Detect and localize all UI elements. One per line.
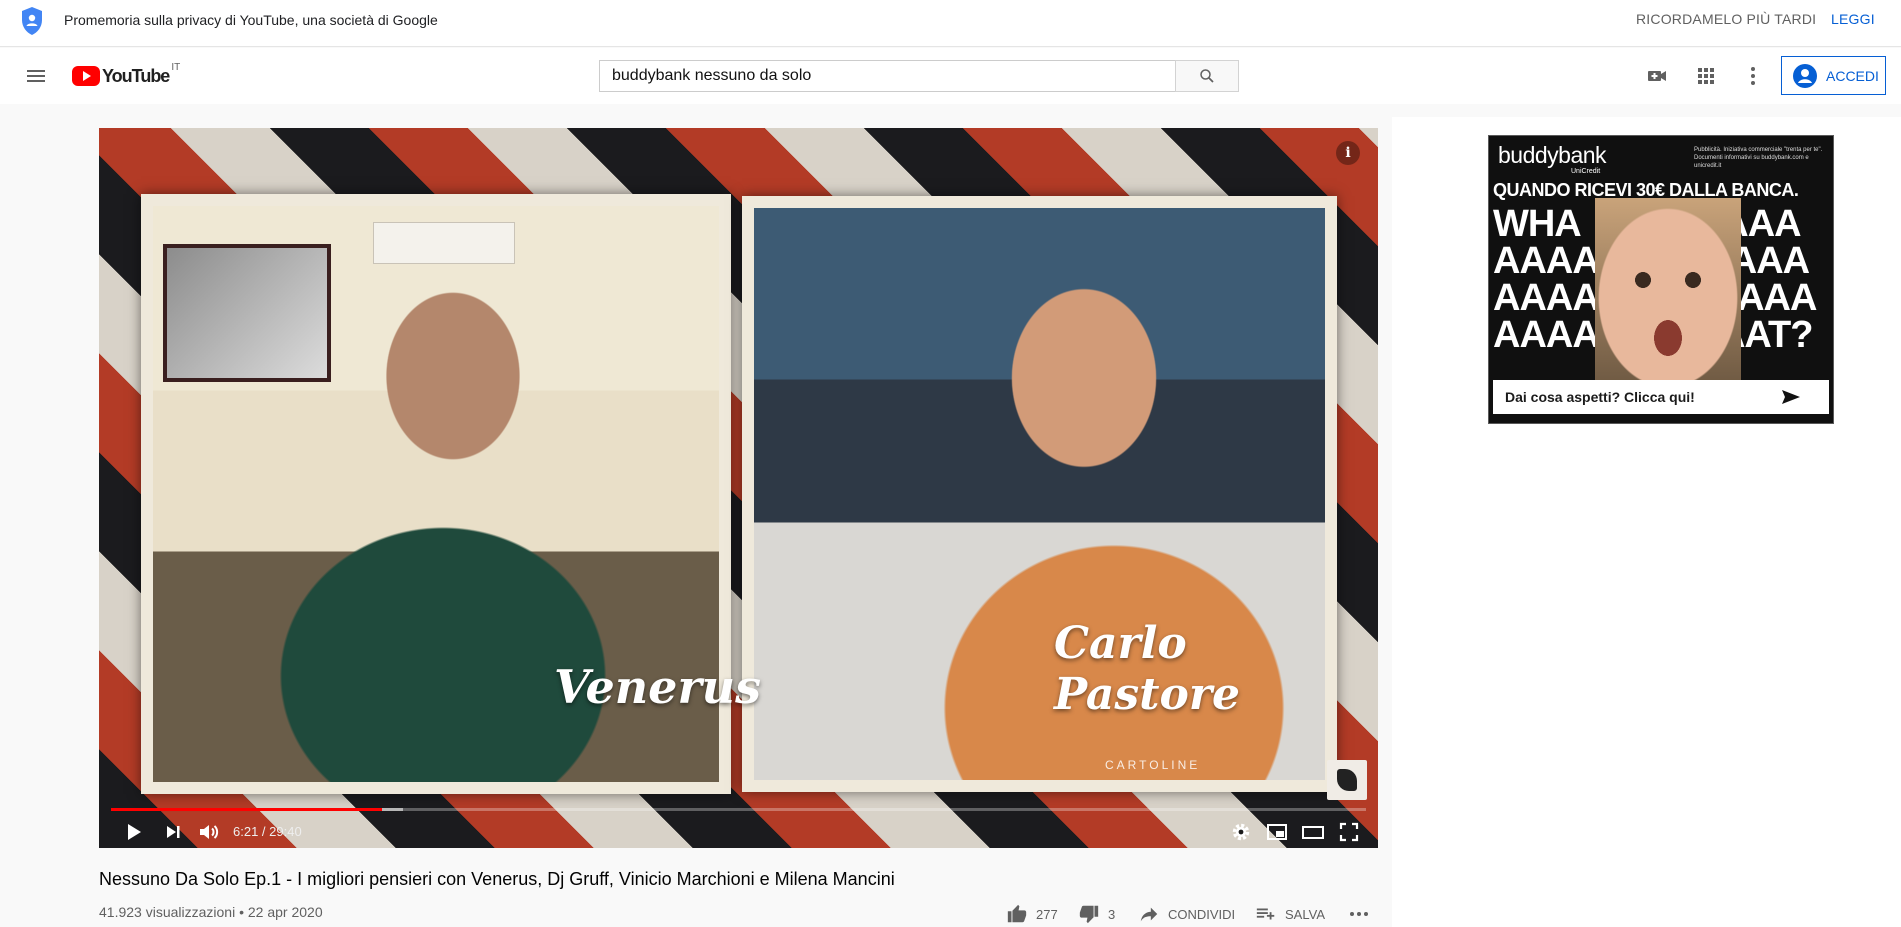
account-icon xyxy=(1793,63,1817,88)
views-and-date: 41.923 visualizzazioni • 22 apr 2020 xyxy=(99,904,323,920)
time-display: 6:21 / 29:40 xyxy=(233,824,302,839)
ad-disclaimer: Pubblicità. Iniziativa commerciale "tren… xyxy=(1694,147,1823,169)
signin-label: ACCEDI xyxy=(1826,67,1879,84)
logo-text: YouTube xyxy=(102,65,170,86)
arrow-right-icon xyxy=(1782,390,1800,404)
apps-icon[interactable] xyxy=(1694,64,1718,88)
air-conditioner xyxy=(373,222,515,264)
dislike-count: 3 xyxy=(1108,906,1116,922)
settings-icon[interactable] xyxy=(1229,820,1253,844)
share-icon xyxy=(1140,907,1158,922)
youtube-logo[interactable]: YouTube IT xyxy=(72,61,181,88)
create-video-icon[interactable] xyxy=(1645,64,1669,88)
menu-icon[interactable] xyxy=(24,64,48,88)
dislike-button[interactable]: 3 xyxy=(1078,903,1115,925)
video-title: Nessuno Da Solo Ep.1 - I migliori pensie… xyxy=(99,869,895,889)
share-button[interactable]: CONDIVIDI xyxy=(1138,903,1235,925)
channel-watermark-logo[interactable] xyxy=(1327,760,1367,800)
next-icon[interactable] xyxy=(161,820,185,844)
privacy-banner-text: Promemoria sulla privacy di YouTube, una… xyxy=(64,12,438,28)
video-player[interactable]: Venerus Carlo Pastore CARTOLINE i 6:21 /… xyxy=(99,128,1378,848)
search-button[interactable] xyxy=(1175,60,1239,92)
share-label: CONDIVIDI xyxy=(1168,906,1236,922)
ad-brand: buddybank xyxy=(1498,142,1607,168)
save-button[interactable]: SALVA xyxy=(1255,903,1325,925)
remind-later-button[interactable]: RICORDAMELO PIÙ TARDI xyxy=(1636,11,1816,27)
progress-bar[interactable] xyxy=(111,808,1366,811)
ad-brand-sub: UniCredit xyxy=(1571,168,1601,175)
name-tag-right: Carlo Pastore xyxy=(1054,618,1241,720)
ad-cta-label: Dai cosa aspetti? Clicca qui! xyxy=(1505,389,1695,405)
save-label: SALVA xyxy=(1285,906,1325,922)
save-playlist-icon xyxy=(1256,908,1275,920)
theater-icon[interactable] xyxy=(1301,820,1325,844)
fullscreen-icon[interactable] xyxy=(1337,820,1361,844)
progress-played xyxy=(111,808,383,811)
country-code: IT xyxy=(171,61,181,73)
shield-icon xyxy=(22,7,42,35)
ad-face-image xyxy=(1595,198,1741,384)
signin-button[interactable]: ACCEDI xyxy=(1781,56,1886,95)
search-input[interactable]: buddybank nessuno da solo xyxy=(599,60,1176,92)
privacy-reminder-banner: Promemoria sulla privacy di YouTube, una… xyxy=(0,0,1901,47)
dislike-icon xyxy=(1079,905,1099,924)
wall-photo xyxy=(163,244,331,382)
ad-cta-button[interactable]: Dai cosa aspetti? Clicca qui! xyxy=(1493,380,1829,414)
like-button[interactable]: 277 xyxy=(1006,903,1058,925)
more-horiz-icon[interactable] xyxy=(1347,902,1371,926)
volume-icon[interactable] xyxy=(197,820,221,844)
read-button[interactable]: LEGGI xyxy=(1831,11,1875,27)
watermark-text: CARTOLINE xyxy=(1105,758,1201,772)
search-icon xyxy=(1200,69,1214,83)
like-count: 277 xyxy=(1036,906,1058,922)
miniplayer-icon[interactable] xyxy=(1265,820,1289,844)
like-icon xyxy=(1007,904,1027,923)
name-tag-left: Venerus xyxy=(554,660,762,714)
info-icon[interactable]: i xyxy=(1336,141,1360,165)
ad-banner[interactable]: buddybank UniCredit Pubblicità. Iniziati… xyxy=(1488,135,1834,424)
masthead: YouTube IT buddybank nessuno da solo ACC… xyxy=(0,48,1901,104)
play-icon[interactable] xyxy=(121,820,145,844)
more-vert-icon[interactable] xyxy=(1741,64,1765,88)
player-controls: 6:21 / 29:40 xyxy=(99,814,1378,848)
youtube-play-icon xyxy=(72,66,100,86)
